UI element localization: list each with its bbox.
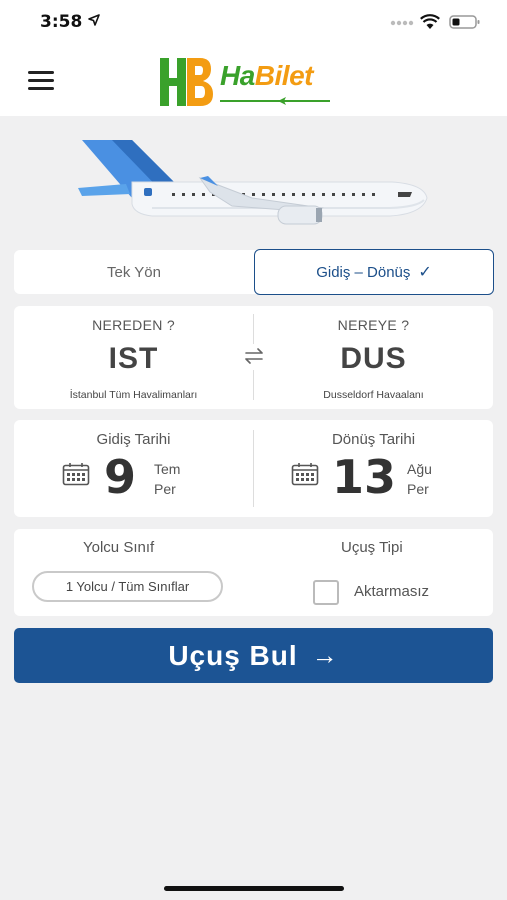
origin-label: NEREDEN ? <box>92 317 175 333</box>
flight-type-label: Uçuş Tipi <box>341 539 403 556</box>
dates-card: Gidiş Tarihi 9 Tem Per Dönüş Tarihi 13 A… <box>14 420 493 517</box>
menu-icon[interactable] <box>28 71 54 91</box>
departure-date-label: Gidiş Tarihi <box>96 431 171 448</box>
calendar-icon <box>291 463 319 486</box>
habilet-logo-mark <box>160 58 213 106</box>
return-date-selector[interactable]: Dönüş Tarihi 13 Ağu Per <box>254 420 493 517</box>
nav-bar: HaBilet <box>0 46 507 116</box>
departure-month: Tem <box>154 461 181 477</box>
logo-underline-plane-icon <box>220 97 330 105</box>
origin-code: IST <box>108 342 159 375</box>
trip-type-toggle: Tek Yön Gidiş – Dönüş ✓ <box>14 249 494 295</box>
round-trip-label: Gidiş – Dönüş <box>316 263 411 281</box>
round-trip-option[interactable]: Gidiş – Dönüş ✓ <box>254 249 494 295</box>
return-day: 13 <box>332 450 397 504</box>
cellular-signal-icon <box>390 20 414 26</box>
status-time: 3:58 <box>40 12 83 32</box>
search-flights-label: Uçuş Bul <box>168 639 298 671</box>
destination-label: NEREYE ? <box>337 317 410 333</box>
return-month: Ağu <box>407 461 432 477</box>
passenger-class-selector[interactable]: 1 Yolcu / Tüm Sınıflar <box>32 571 223 602</box>
origin-airport: İstanbul Tüm Havalimanları <box>69 389 198 401</box>
one-way-option[interactable]: Tek Yön <box>14 250 254 294</box>
location-arrow-icon <box>88 14 100 26</box>
route-card: NEREDEN ? IST İstanbul Tüm Havalimanları… <box>14 306 493 409</box>
destination-airport: Dusseldorf Havaalanı <box>323 389 424 401</box>
origin-selector[interactable]: NEREDEN ? IST İstanbul Tüm Havalimanları <box>14 306 253 409</box>
return-weekday: Per <box>407 481 429 497</box>
airplane-illustration <box>78 140 428 225</box>
destination-code: DUS <box>340 342 407 375</box>
nonstop-checkbox[interactable] <box>313 580 339 605</box>
check-icon: ✓ <box>418 264 432 281</box>
destination-selector[interactable]: NEREYE ? DUS Dusseldorf Havaalanı <box>254 306 493 409</box>
nonstop-label[interactable]: Aktarmasız <box>354 583 429 600</box>
status-bar: 3:58 <box>0 0 507 46</box>
departure-weekday: Per <box>154 481 176 497</box>
home-indicator <box>164 886 344 891</box>
departure-day: 9 <box>104 450 137 504</box>
calendar-icon <box>62 463 90 486</box>
search-flights-button[interactable]: Uçuş Bul → <box>14 628 493 683</box>
departure-date-selector[interactable]: Gidiş Tarihi 9 Tem Per <box>14 420 253 517</box>
logo-text: HaBilet <box>220 60 313 91</box>
battery-icon <box>449 15 480 29</box>
options-card: Yolcu Sınıf 1 Yolcu / Tüm Sınıflar Uçuş … <box>14 529 493 616</box>
arrow-right-icon: → <box>311 640 339 670</box>
habilet-logo: HaBilet <box>156 54 336 110</box>
passenger-class-label: Yolcu Sınıf <box>83 539 155 556</box>
return-date-label: Dönüş Tarihi <box>331 431 416 448</box>
wifi-icon <box>420 14 440 29</box>
